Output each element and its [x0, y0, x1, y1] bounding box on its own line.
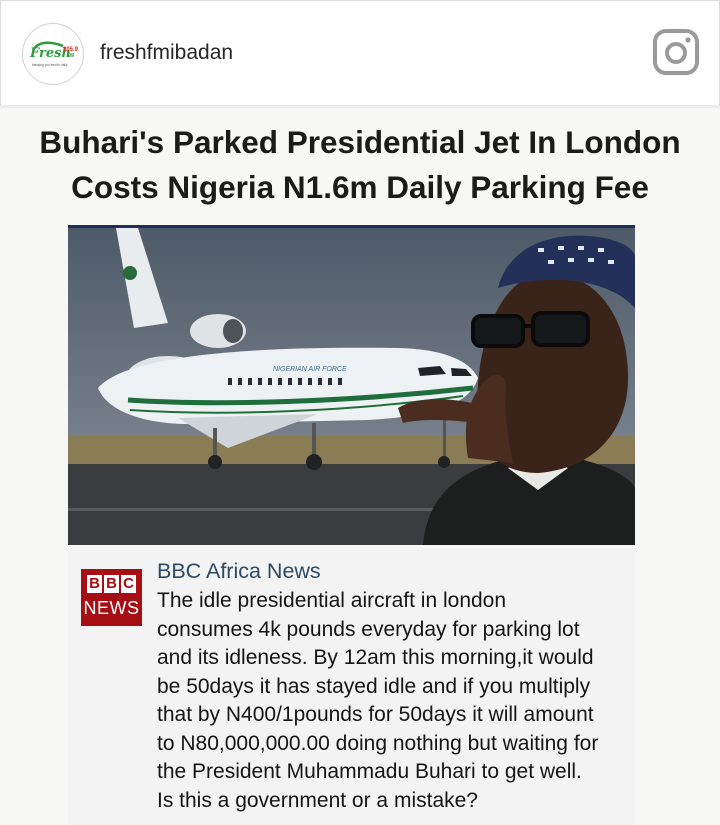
bbc-news-card: B B C NEWS BBC Africa News The idle pres…	[68, 548, 635, 825]
bbc-logo-letter: C	[121, 575, 136, 593]
bbc-news-logo: B B C NEWS	[81, 569, 142, 626]
svg-text:FM: FM	[67, 53, 74, 59]
body-line: and its idleness. By 12am this morning,i…	[157, 646, 594, 669]
bbc-body-text: The idle presidential aircraft in london…	[157, 587, 632, 815]
svg-text:blessing you fresh'n daily: blessing you fresh'n daily	[32, 63, 68, 67]
bbc-logo-letter: B	[87, 575, 102, 593]
fresh-fm-logo: Fresh 105.9 FM blessing you fresh'n dail…	[24, 25, 82, 83]
body-line: be 50days it has stayed idle and if you …	[157, 674, 591, 698]
body-line: that by N400/1pounds for 50days it will …	[157, 703, 594, 726]
body-line: Is this a government or a mistake?	[157, 788, 478, 812]
avatar[interactable]: Fresh 105.9 FM blessing you fresh'n dail…	[22, 23, 84, 85]
bbc-logo-news: NEWS	[83, 598, 140, 618]
body-line: The idle presidential aircraft in london	[157, 589, 507, 612]
username[interactable]: freshfmibadan	[100, 41, 233, 65]
headline-line-2: Costs Nigeria N1.6m Daily Parking Fee	[71, 169, 649, 205]
headline-line-1: Buhari's Parked Presidential Jet In Lond…	[39, 124, 681, 160]
body-line: to N80,000,000.00 doing nothing but wait…	[157, 731, 599, 755]
instagram-icon[interactable]	[653, 29, 699, 75]
headline: Buhari's Parked Presidential Jet In Lond…	[0, 120, 720, 210]
post-image: Buhari's Parked Presidential Jet In Lond…	[0, 108, 720, 825]
bbc-logo-letter: B	[104, 575, 119, 593]
jet-and-president-photo: NIGERIAN AIR FORCE	[68, 225, 635, 545]
body-line: the President Muhammadu Buhari to get we…	[157, 760, 582, 783]
svg-text:NIGERIAN AIR FORCE: NIGERIAN AIR FORCE	[273, 366, 347, 373]
bbc-title: BBC Africa News	[157, 559, 321, 583]
post-header: Fresh 105.9 FM blessing you fresh'n dail…	[0, 0, 720, 106]
body-line: consumes 4k pounds everyday for parking …	[157, 617, 580, 641]
